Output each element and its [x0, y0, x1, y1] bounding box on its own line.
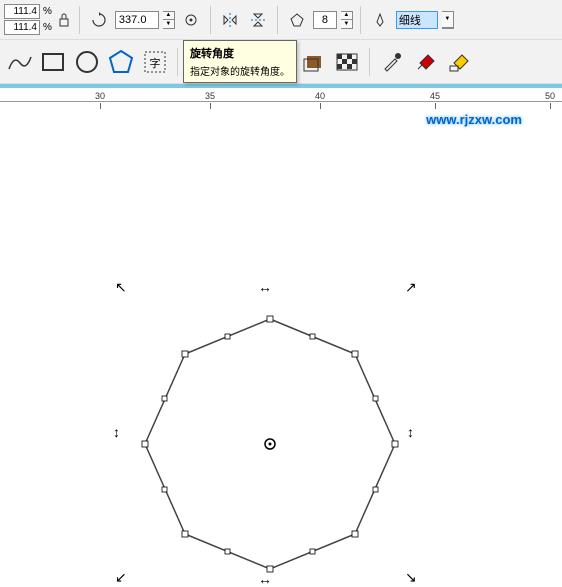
scale-inputs: % % — [4, 4, 52, 35]
svg-text:字: 字 — [150, 56, 161, 70]
rectangle-tool[interactable] — [38, 47, 68, 77]
rotation-input[interactable] — [115, 11, 159, 29]
outline-dropdown[interactable]: ▼ — [442, 11, 454, 29]
scale-y-input[interactable] — [4, 20, 40, 35]
divider — [177, 48, 178, 76]
fill-tool[interactable] — [411, 47, 441, 77]
rotate-icon[interactable] — [87, 8, 111, 32]
effects-tool[interactable] — [298, 47, 328, 77]
ruler-tick: 30 — [95, 91, 105, 101]
eyedropper-tool[interactable] — [377, 47, 407, 77]
ruler-tick: 35 — [205, 91, 215, 101]
text-tool[interactable]: 字 — [140, 47, 170, 77]
ruler-tick: 45 — [430, 91, 440, 101]
scale-x-input[interactable] — [4, 4, 40, 19]
smart-fill-tool[interactable] — [445, 47, 475, 77]
skew-handle-bottom[interactable]: ↔ — [258, 571, 272, 587]
divider — [360, 6, 361, 34]
rotate-handle-tl[interactable]: ↖ — [115, 279, 127, 296]
ruler-tick: 40 — [315, 91, 325, 101]
selected-octagon[interactable] — [130, 304, 410, 584]
skew-handle-right[interactable]: ↕ — [407, 424, 414, 440]
ruler-tick: 50 — [545, 91, 555, 101]
rotate-handle-br[interactable]: ↘ — [405, 569, 417, 586]
rotate-handle-tr[interactable]: ↗ — [405, 279, 417, 296]
divider — [277, 6, 278, 34]
rotate-handle-bl[interactable]: ↙ — [115, 569, 127, 586]
freehand-tool[interactable] — [4, 47, 34, 77]
skew-handle-left[interactable]: ↕ — [113, 424, 120, 440]
skew-handle-top[interactable]: ↔ — [258, 279, 272, 295]
horizontal-ruler: 30 35 40 45 50 — [0, 84, 562, 102]
watermark: www.rjzxw.com — [426, 112, 522, 127]
canvas[interactable]: 30 35 40 45 50 www.rjzxw.com ↖ ↗ ↙ ↘ ↔ ↔… — [0, 84, 562, 102]
sides-spinner[interactable]: ▲▼ — [341, 11, 353, 29]
rotation-spinner[interactable]: ▲▼ — [163, 11, 175, 29]
mirror-horizontal-icon[interactable] — [218, 8, 242, 32]
ellipse-tool[interactable] — [72, 47, 102, 77]
tooltip-description: 指定对象的旋转角度。 — [190, 63, 290, 78]
rotation-tooltip: 旋转角度 指定对象的旋转角度。 — [183, 40, 297, 83]
center-origin-icon[interactable] — [179, 8, 203, 32]
property-bar: % % ▲▼ ▲▼ ▼ — [0, 0, 562, 40]
transparency-tool[interactable] — [332, 47, 362, 77]
divider — [369, 48, 370, 76]
polygon-tool[interactable] — [106, 47, 136, 77]
divider — [79, 6, 80, 34]
tooltip-title: 旋转角度 — [190, 45, 290, 61]
polygon-icon[interactable] — [285, 8, 309, 32]
lock-ratio-icon[interactable] — [56, 12, 72, 28]
mirror-vertical-icon[interactable] — [246, 8, 270, 32]
divider — [210, 6, 211, 34]
pen-outline-icon[interactable] — [368, 8, 392, 32]
percent-label: % — [43, 22, 52, 33]
percent-label: % — [43, 6, 52, 17]
sides-input[interactable] — [313, 11, 337, 29]
outline-width-select[interactable] — [396, 11, 438, 29]
